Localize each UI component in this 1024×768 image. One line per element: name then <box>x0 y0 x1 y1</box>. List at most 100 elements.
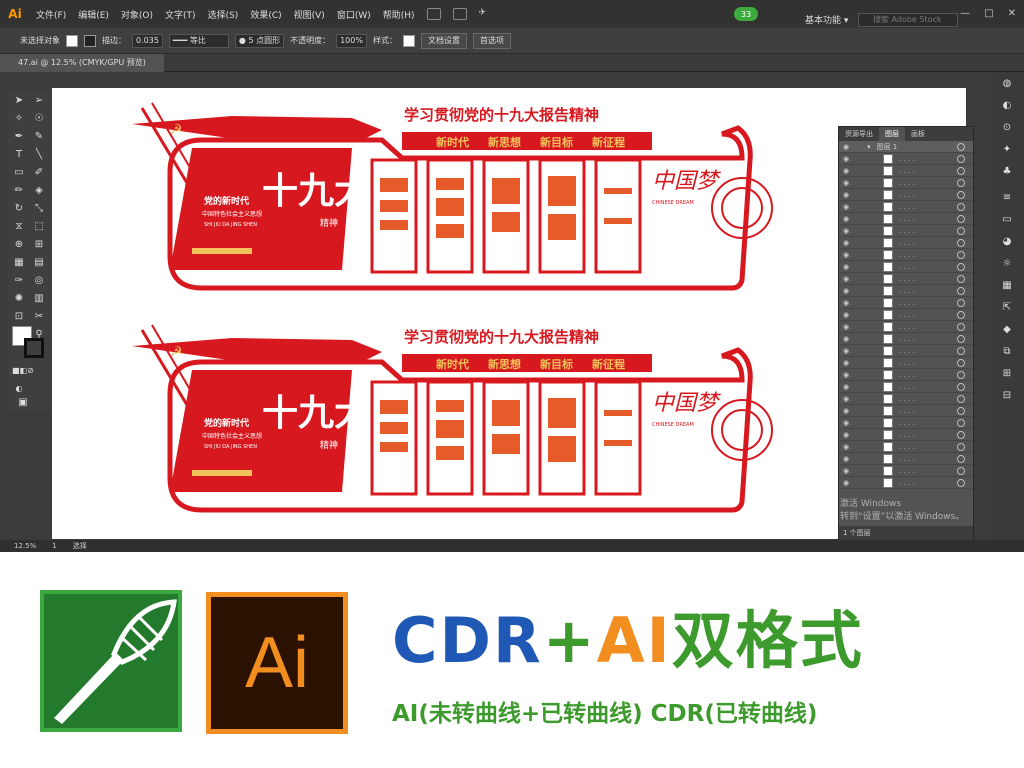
layer-sublayer-row[interactable]: ◉ . . . . <box>839 309 973 321</box>
layer-sublayer-row[interactable]: ◉ . . . . <box>839 429 973 441</box>
document-setup-button[interactable]: 文档设置 <box>420 32 467 49</box>
brush-icon[interactable]: ✈ <box>479 8 493 20</box>
target-circle-icon[interactable] <box>957 370 965 379</box>
stroke-swatch[interactable] <box>84 34 96 47</box>
bridge-icon[interactable] <box>426 8 441 20</box>
artboards-icon[interactable]: ⧉ <box>1000 346 1014 360</box>
target-circle-icon[interactable] <box>957 286 965 295</box>
layer-sublayer-row[interactable]: ◉ . . . . <box>839 285 973 297</box>
visibility-eye-icon[interactable]: ◉ <box>839 155 853 163</box>
target-circle-icon[interactable] <box>957 262 965 271</box>
slice-tool-icon[interactable]: ✂ <box>32 310 46 324</box>
perspective-grid-tool-icon[interactable]: ⊞ <box>32 238 46 252</box>
visibility-eye-icon[interactable]: ◉ <box>839 419 853 427</box>
target-circle-icon[interactable] <box>957 394 965 403</box>
stock-icon[interactable] <box>452 8 467 20</box>
gradient-panel-icon[interactable]: ▭ <box>1000 214 1014 228</box>
target-circle-icon[interactable] <box>957 346 965 355</box>
artboard-number[interactable]: 1 <box>52 542 56 550</box>
visibility-eye-icon[interactable]: ◉ <box>839 407 853 415</box>
menu-type[interactable]: 文字(T) <box>159 8 202 21</box>
layer-sublayer-row[interactable]: ◉ . . . . <box>839 417 973 429</box>
artboard-canvas[interactable]: ☭ 十九大 党的新时代 中国特色社会主义思想 SHI JIU DA JING S… <box>52 88 966 539</box>
tab-artboards[interactable]: 画板 <box>905 127 931 141</box>
stroke-profile-select[interactable]: ━━━ 等比 <box>168 33 229 48</box>
update-badge[interactable]: 33 <box>734 7 758 21</box>
layer-sublayer-row[interactable]: ◉ . . . . <box>839 225 973 237</box>
target-circle-icon[interactable] <box>957 178 965 187</box>
layer-sublayer-row[interactable]: ◉ . . . . <box>839 201 973 213</box>
brush-select[interactable]: ● 5 点圆形 <box>234 33 285 48</box>
target-circle-icon[interactable] <box>957 454 965 463</box>
visibility-eye-icon[interactable]: ◉ <box>839 227 853 235</box>
layer-sublayer-row[interactable]: ◉ . . . . <box>839 297 973 309</box>
width-tool-icon[interactable]: ⧖ <box>12 220 26 234</box>
visibility-eye-icon[interactable]: ◉ <box>839 299 853 307</box>
preferences-button[interactable]: 首选项 <box>472 32 511 49</box>
layer-sublayer-row[interactable]: ◉ . . . . <box>839 249 973 261</box>
menu-object[interactable]: 对象(O) <box>115 8 159 21</box>
screen-mode-icon[interactable]: ▣ <box>16 396 30 410</box>
scale-tool-icon[interactable]: ⤡ <box>32 202 46 216</box>
layer-sublayer-row[interactable]: ◉ . . . . <box>839 357 973 369</box>
visibility-eye-icon[interactable]: ◉ <box>839 431 853 439</box>
layer-sublayer-row[interactable]: ◉ . . . . <box>839 441 973 453</box>
stroke-panel-icon[interactable]: ≡ <box>1000 192 1014 206</box>
visibility-eye-icon[interactable]: ◉ <box>839 455 853 463</box>
target-circle-icon[interactable] <box>957 238 965 247</box>
zoom-level[interactable]: 12.5% <box>14 542 36 550</box>
layer-sublayer-row[interactable]: ◉ . . . . <box>839 333 973 345</box>
target-circle-icon[interactable] <box>957 406 965 415</box>
free-transform-tool-icon[interactable]: ⬚ <box>32 220 46 234</box>
layer-sublayer-row[interactable]: ◉ . . . . <box>839 153 973 165</box>
menu-effect[interactable]: 效果(C) <box>244 8 287 21</box>
layer-sublayer-row[interactable]: ◉ . . . . <box>839 381 973 393</box>
export-icon[interactable]: ⇱ <box>1000 302 1014 316</box>
opacity-field[interactable]: 100% <box>336 33 367 48</box>
color-panel-icon[interactable]: ◍ <box>1000 78 1014 92</box>
color-guide-icon[interactable]: ◐ <box>1000 100 1014 114</box>
target-circle-icon[interactable] <box>957 226 965 235</box>
stroke-color-box[interactable] <box>24 338 44 358</box>
magic-wand-tool-icon[interactable]: ✧ <box>12 112 26 126</box>
style-swatch[interactable] <box>402 34 415 47</box>
target-circle-icon[interactable] <box>957 334 965 343</box>
layer-sublayer-row[interactable]: ◉ . . . . <box>839 321 973 333</box>
visibility-eye-icon[interactable]: ◉ <box>839 287 853 295</box>
transparency-icon[interactable]: ◕ <box>1000 236 1014 250</box>
tab-layers[interactable]: 图层 <box>879 127 905 141</box>
layer-sublayer-row[interactable]: ◉ . . . . <box>839 213 973 225</box>
target-circle-icon[interactable] <box>957 478 965 487</box>
target-circle-icon[interactable] <box>957 250 965 259</box>
graph-tool-icon[interactable]: ▥ <box>32 292 46 306</box>
menu-edit[interactable]: 编辑(E) <box>72 8 115 21</box>
tab-asset-export[interactable]: 资源导出 <box>839 127 879 141</box>
layer-sublayer-row[interactable]: ◉ . . . . <box>839 189 973 201</box>
layer-sublayer-row[interactable]: ◉ . . . . <box>839 273 973 285</box>
target-circle-icon[interactable] <box>957 382 965 391</box>
target-circle-icon[interactable] <box>957 166 965 175</box>
shaper-tool-icon[interactable]: ✏ <box>12 184 26 198</box>
rotate-tool-icon[interactable]: ↻ <box>12 202 26 216</box>
menu-window[interactable]: 窗口(W) <box>331 8 377 21</box>
target-circle-icon[interactable] <box>957 322 965 331</box>
layer-sublayer-row[interactable]: ◉ . . . . <box>839 477 973 489</box>
target-circle-icon[interactable] <box>957 430 965 439</box>
target-circle-icon[interactable] <box>957 154 965 163</box>
visibility-eye-icon[interactable]: ◉ <box>839 251 853 259</box>
shape-builder-tool-icon[interactable]: ⊕ <box>12 238 26 252</box>
layer-row-top[interactable]: ◉ ▾ 图层 1 <box>839 141 973 153</box>
workspace-switcher[interactable]: 基本功能 ▾ <box>805 13 848 26</box>
symbol-sprayer-tool-icon[interactable]: ✺ <box>12 292 26 306</box>
target-circle-icon[interactable] <box>957 418 965 427</box>
target-circle-icon[interactable] <box>957 190 965 199</box>
target-circle-icon[interactable] <box>957 214 965 223</box>
stock-search-input[interactable]: 搜索 Adobe Stock <box>858 13 958 27</box>
visibility-eye-icon[interactable]: ◉ <box>839 467 853 475</box>
visibility-eye-icon[interactable]: ◉ <box>839 335 853 343</box>
lasso-tool-icon[interactable]: ☉ <box>32 112 46 126</box>
visibility-eye-icon[interactable]: ◉ <box>839 263 853 271</box>
properties-icon[interactable]: ⊙ <box>1000 122 1014 136</box>
blend-tool-icon[interactable]: ◎ <box>32 274 46 288</box>
layer-sublayer-row[interactable]: ◉ . . . . <box>839 405 973 417</box>
